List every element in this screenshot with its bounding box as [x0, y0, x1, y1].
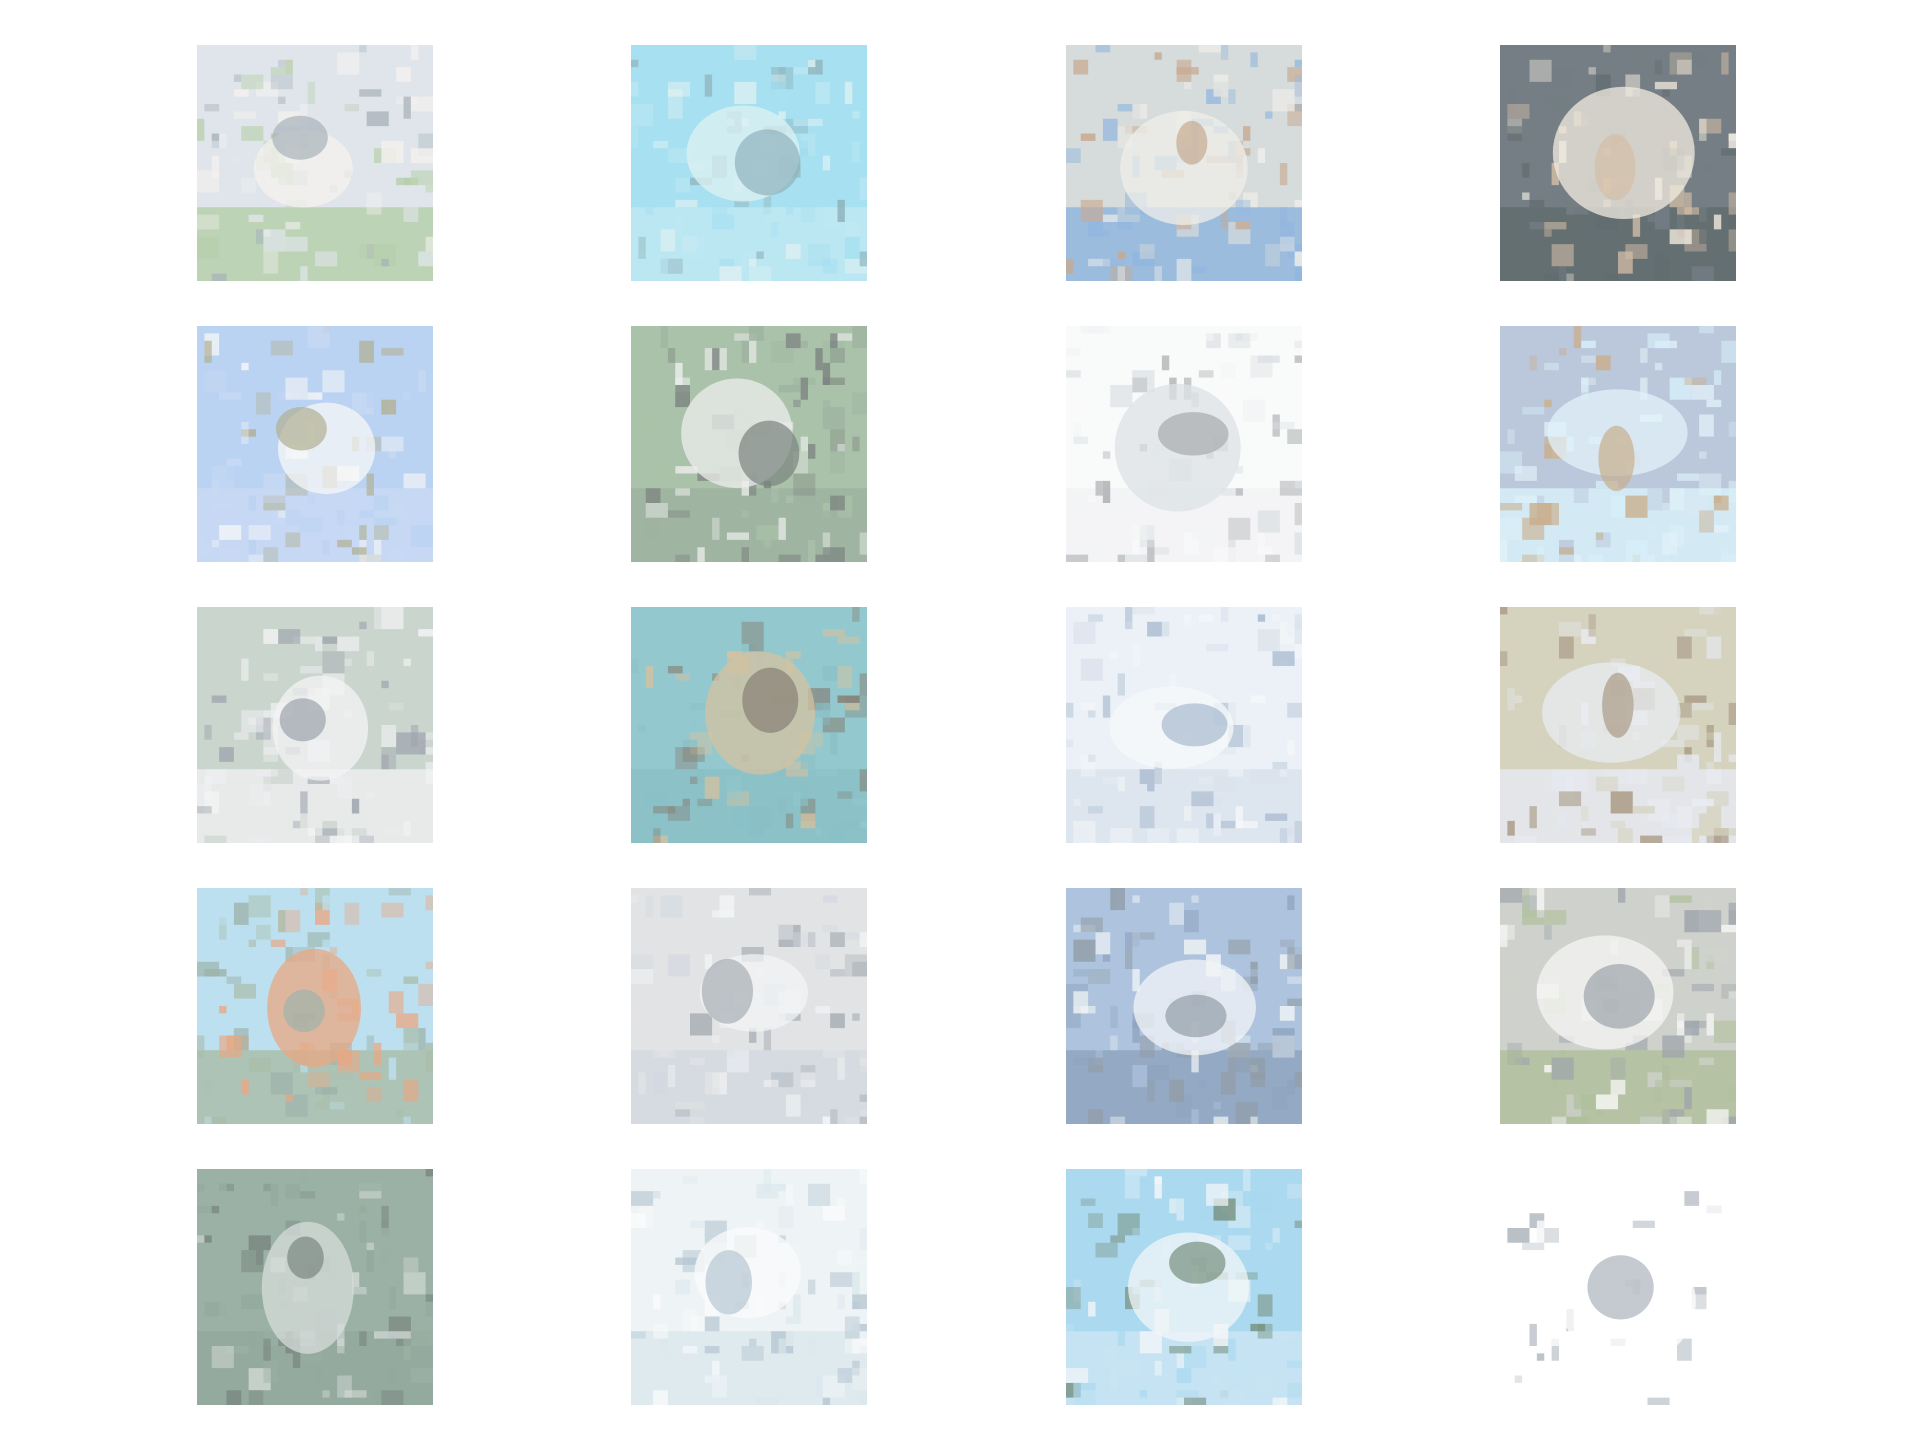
- image-tile-fish-in-water: [631, 45, 867, 281]
- tile-image: [631, 888, 867, 1124]
- tile-image: [1066, 888, 1302, 1124]
- tile-image: [631, 326, 867, 562]
- tile-image: [1066, 607, 1302, 843]
- tile-image: [631, 607, 867, 843]
- tile-image: [197, 888, 433, 1124]
- image-tile-small-bird-white: [1500, 1169, 1736, 1405]
- image-tile-horse-gray: [631, 888, 867, 1124]
- image-tile-cat-head-close-up: [1066, 45, 1302, 281]
- image-grid: [197, 45, 1739, 1405]
- image-tile-animal-underwater: [631, 607, 867, 843]
- image-tile-tree-stump-shadow: [197, 607, 433, 843]
- image-tile-dog-in-grass: [631, 326, 867, 562]
- tile-image: [1500, 888, 1736, 1124]
- tile-image: [197, 1169, 433, 1405]
- tile-image: [1500, 326, 1736, 562]
- image-tile-truck-white: [1066, 326, 1302, 562]
- image-tile-swan-dark-background: [1500, 45, 1736, 281]
- tile-image: [197, 607, 433, 843]
- image-tile-bird-in-foliage: [197, 1169, 433, 1405]
- image-tile-white-bird-on-rock: [197, 45, 433, 281]
- tile-image: [631, 1169, 867, 1405]
- tile-image: [1500, 607, 1736, 843]
- tile-image: [1500, 45, 1736, 281]
- image-tile-frog-on-grass: [1500, 888, 1736, 1124]
- tile-image: [197, 326, 433, 562]
- image-tile-brown-animal-on-snow: [1500, 326, 1736, 562]
- tile-image: [197, 45, 433, 281]
- image-tile-airplane-blue-sky: [197, 326, 433, 562]
- tile-image: [1500, 1169, 1736, 1405]
- tile-image: [1066, 1169, 1302, 1405]
- tile-image: [1066, 45, 1302, 281]
- image-tile-orange-truck-field: [197, 888, 433, 1124]
- tile-image: [1066, 326, 1302, 562]
- image-tile-boat-blue-water: [1066, 1169, 1302, 1405]
- image-tile-deer-by-water: [1500, 607, 1736, 843]
- tile-image: [631, 45, 867, 281]
- image-tile-ship-at-dock: [1066, 888, 1302, 1124]
- image-tile-white-bird-snow: [1066, 607, 1302, 843]
- image-tile-white-bird-wings: [631, 1169, 867, 1405]
